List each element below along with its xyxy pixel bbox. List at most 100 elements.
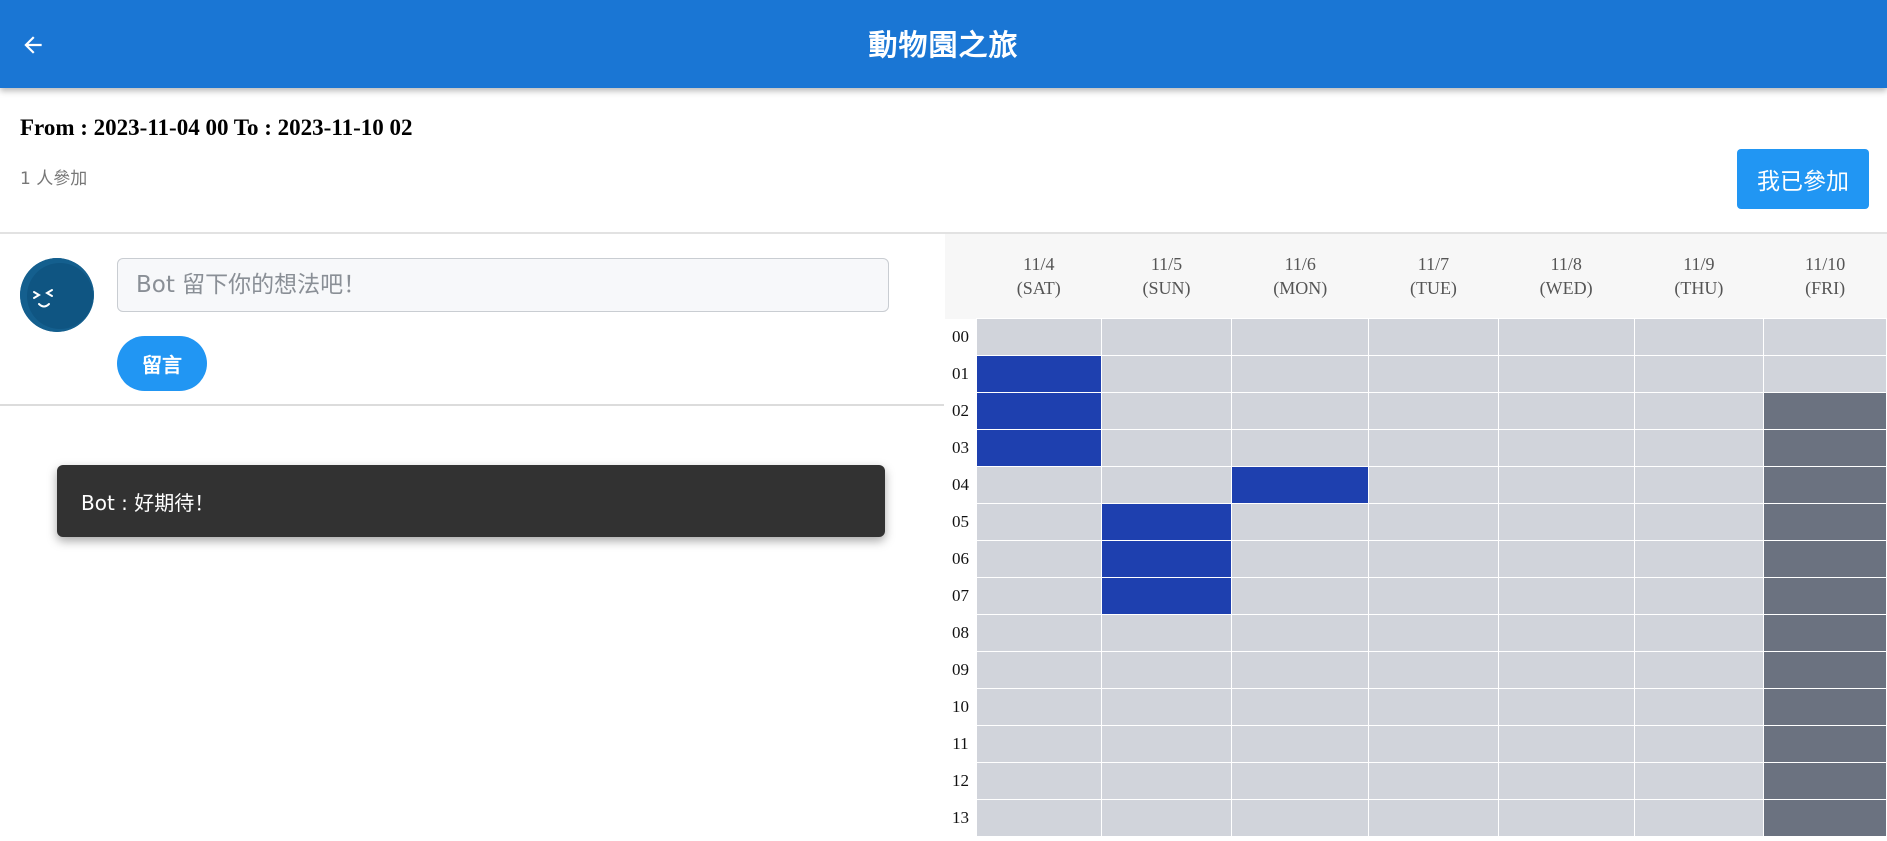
time-slot-available[interactable] [1231,355,1370,393]
time-slot-available[interactable] [1497,355,1635,393]
time-slot-out-of-range [1763,503,1887,541]
time-slot-available[interactable] [1231,688,1370,726]
time-slot-available[interactable] [1497,762,1635,800]
time-slot-available[interactable] [1633,651,1765,689]
time-slot-available[interactable] [1633,429,1765,467]
comment-input[interactable] [117,258,889,312]
day-header: 11/4 (SAT) [976,234,1102,319]
hour-label: 10 [945,688,977,726]
time-slot-available[interactable] [1231,392,1370,430]
time-slot-available[interactable] [1368,429,1499,467]
time-slot-available[interactable] [1633,688,1765,726]
time-slot-available[interactable] [1633,503,1765,541]
time-slot-available[interactable] [1497,429,1635,467]
time-slot-available[interactable] [975,318,1102,356]
time-slot-available[interactable] [1368,614,1499,652]
time-slot-selected[interactable] [975,429,1102,467]
time-slot-available[interactable] [1763,318,1887,356]
time-slot-available[interactable] [975,503,1102,541]
time-slot-available[interactable] [975,651,1102,689]
time-slot-available[interactable] [1100,355,1233,393]
time-slot-selected[interactable] [975,355,1102,393]
time-slot-available[interactable] [1497,799,1635,837]
time-slot-available[interactable] [1231,799,1370,837]
time-slot-available[interactable] [1368,762,1499,800]
hour-label: 09 [945,651,977,689]
time-slot-available[interactable] [1497,688,1635,726]
time-slot-available[interactable] [1368,651,1499,689]
time-slot-available[interactable] [1100,688,1233,726]
time-slot-available[interactable] [1368,688,1499,726]
time-slot-selected[interactable] [1231,466,1370,504]
hour-row: 06 [945,540,1887,578]
time-slot-available[interactable] [1497,318,1635,356]
time-slot-available[interactable] [1368,318,1499,356]
time-slot-available[interactable] [1100,466,1233,504]
day-weekday: (TUE) [1409,278,1457,298]
time-slot-available[interactable] [975,762,1102,800]
time-slot-available[interactable] [1231,503,1370,541]
time-slot-available[interactable] [975,540,1102,578]
time-slot-available[interactable] [1231,651,1370,689]
time-slot-available[interactable] [1100,318,1233,356]
time-slot-available[interactable] [1231,318,1370,356]
time-slot-available[interactable] [1633,318,1765,356]
time-slot-available[interactable] [1368,725,1499,763]
time-slot-available[interactable] [1368,540,1499,578]
time-slot-available[interactable] [1633,799,1765,837]
time-slot-selected[interactable] [975,392,1102,430]
time-slot-available[interactable] [1100,429,1233,467]
time-slot-available[interactable] [975,577,1102,615]
day-header: 11/8 (WED) [1498,234,1635,319]
time-slot-available[interactable] [1497,540,1635,578]
time-slot-selected[interactable] [1100,540,1233,578]
time-slot-available[interactable] [1368,577,1499,615]
time-slot-available[interactable] [1368,799,1499,837]
time-slot-selected[interactable] [1100,577,1233,615]
time-slot-available[interactable] [1368,392,1499,430]
time-slot-available[interactable] [1100,392,1233,430]
time-slot-available[interactable] [1368,503,1499,541]
time-slot-available[interactable] [1100,614,1233,652]
time-slot-available[interactable] [975,725,1102,763]
time-slot-available[interactable] [1497,392,1635,430]
time-slot-available[interactable] [975,799,1102,837]
time-slot-selected[interactable] [1100,503,1233,541]
time-slot-available[interactable] [1497,651,1635,689]
time-slot-available[interactable] [1633,355,1765,393]
time-slot-available[interactable] [1231,614,1370,652]
time-slot-available[interactable] [1368,355,1499,393]
time-slot-available[interactable] [1100,725,1233,763]
time-slot-available[interactable] [1497,577,1635,615]
time-slot-available[interactable] [1231,577,1370,615]
time-slot-available[interactable] [1231,762,1370,800]
time-slot-available[interactable] [1633,614,1765,652]
time-slot-available[interactable] [1763,355,1887,393]
time-slot-available[interactable] [975,466,1102,504]
time-slot-available[interactable] [1497,725,1635,763]
time-slot-out-of-range [1763,429,1887,467]
time-slot-available[interactable] [1497,503,1635,541]
time-slot-available[interactable] [1633,725,1765,763]
time-slot-available[interactable] [1497,466,1635,504]
hour-label: 13 [945,799,977,837]
time-slot-available[interactable] [1633,392,1765,430]
time-slot-available[interactable] [1633,577,1765,615]
time-slot-available[interactable] [1633,762,1765,800]
day-date: 11/9 [1683,254,1715,274]
time-slot-available[interactable] [1633,540,1765,578]
time-slot-available[interactable] [1231,540,1370,578]
joined-button[interactable]: 我已參加 [1737,149,1869,209]
time-slot-available[interactable] [1633,466,1765,504]
time-slot-available[interactable] [1100,651,1233,689]
time-slot-available[interactable] [975,688,1102,726]
time-slot-available[interactable] [1231,429,1370,467]
day-header: 11/10 (FRI) [1763,234,1887,319]
time-slot-available[interactable] [1100,799,1233,837]
post-comment-button[interactable]: 留言 [117,336,207,391]
time-slot-available[interactable] [1497,614,1635,652]
time-slot-available[interactable] [1100,762,1233,800]
time-slot-available[interactable] [975,614,1102,652]
time-slot-available[interactable] [1368,466,1499,504]
time-slot-available[interactable] [1231,725,1370,763]
